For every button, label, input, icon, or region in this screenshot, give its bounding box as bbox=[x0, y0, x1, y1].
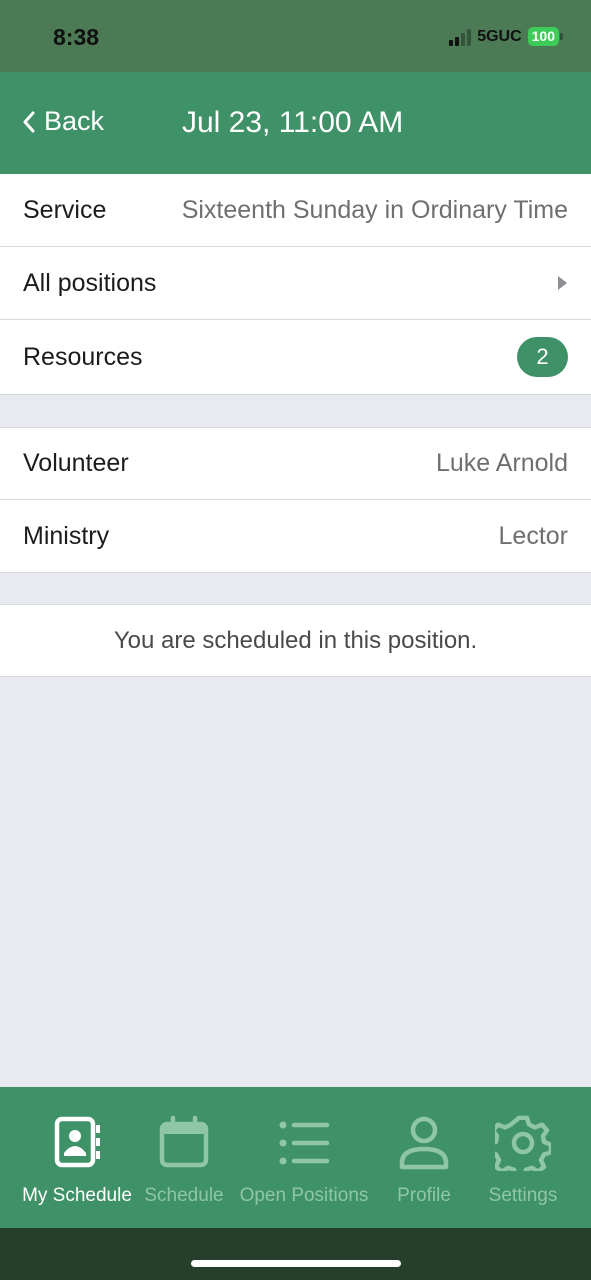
tab-label: Open Positions bbox=[239, 1185, 369, 1206]
calendar-icon bbox=[159, 1115, 209, 1168]
tab-label: My Schedule bbox=[22, 1185, 132, 1206]
chevron-left-icon bbox=[23, 111, 35, 132]
all-positions-label: All positions bbox=[23, 268, 157, 297]
service-label: Service bbox=[23, 195, 107, 224]
status-bar: 8:38 5GUC 100 bbox=[0, 0, 591, 72]
ministry-value: Lector bbox=[498, 521, 568, 550]
tab-open-positions[interactable]: Open Positions bbox=[233, 1087, 375, 1228]
status-indicators: 5GUC 100 bbox=[449, 27, 563, 46]
nav-bar: Back Jul 23, 11:00 AM bbox=[0, 72, 591, 174]
person-icon bbox=[399, 1116, 449, 1170]
back-button[interactable]: Back bbox=[22, 106, 104, 137]
service-value: Sixteenth Sunday in Ordinary Time bbox=[181, 195, 568, 224]
tab-label: Profile bbox=[397, 1185, 451, 1206]
contact-book-icon bbox=[54, 1116, 100, 1168]
tab-my-schedule[interactable]: My Schedule bbox=[18, 1087, 136, 1228]
tab-bar: My Schedule Schedule Open Positions Prof… bbox=[0, 1087, 591, 1228]
resources-row[interactable]: Resources 2 bbox=[0, 320, 591, 395]
battery-icon: 100 bbox=[527, 27, 563, 46]
service-row: Service Sixteenth Sunday in Ordinary Tim… bbox=[0, 174, 591, 247]
tab-schedule[interactable]: Schedule bbox=[138, 1087, 230, 1228]
resources-label: Resources bbox=[23, 342, 143, 371]
tab-label: Schedule bbox=[144, 1185, 224, 1206]
ministry-label: Ministry bbox=[23, 521, 110, 550]
gear-icon bbox=[495, 1115, 551, 1171]
network-type: 5GUC bbox=[477, 27, 522, 45]
tab-profile[interactable]: Profile bbox=[384, 1087, 464, 1228]
home-indicator[interactable] bbox=[191, 1260, 401, 1267]
tab-label: Settings bbox=[488, 1185, 558, 1206]
schedule-status-text: You are scheduled in this position. bbox=[113, 626, 478, 654]
resources-count-badge: 2 bbox=[517, 337, 568, 377]
chevron-right-icon bbox=[556, 274, 568, 292]
ministry-row: Ministry Lector bbox=[0, 500, 591, 573]
schedule-status-message: You are scheduled in this position. bbox=[0, 604, 591, 677]
tab-settings[interactable]: Settings bbox=[478, 1087, 568, 1228]
battery-level: 100 bbox=[527, 27, 559, 46]
all-positions-row[interactable]: All positions bbox=[0, 247, 591, 320]
volunteer-value: Luke Arnold bbox=[435, 449, 568, 477]
back-label: Back bbox=[44, 106, 105, 136]
volunteer-row: Volunteer Luke Arnold bbox=[0, 427, 591, 500]
list-icon bbox=[279, 1121, 330, 1165]
status-time: 8:38 bbox=[53, 24, 100, 50]
signal-icon bbox=[449, 28, 472, 46]
home-indicator-area bbox=[0, 1228, 591, 1280]
page-title: Jul 23, 11:00 AM bbox=[182, 106, 404, 139]
volunteer-label: Volunteer bbox=[23, 449, 129, 477]
